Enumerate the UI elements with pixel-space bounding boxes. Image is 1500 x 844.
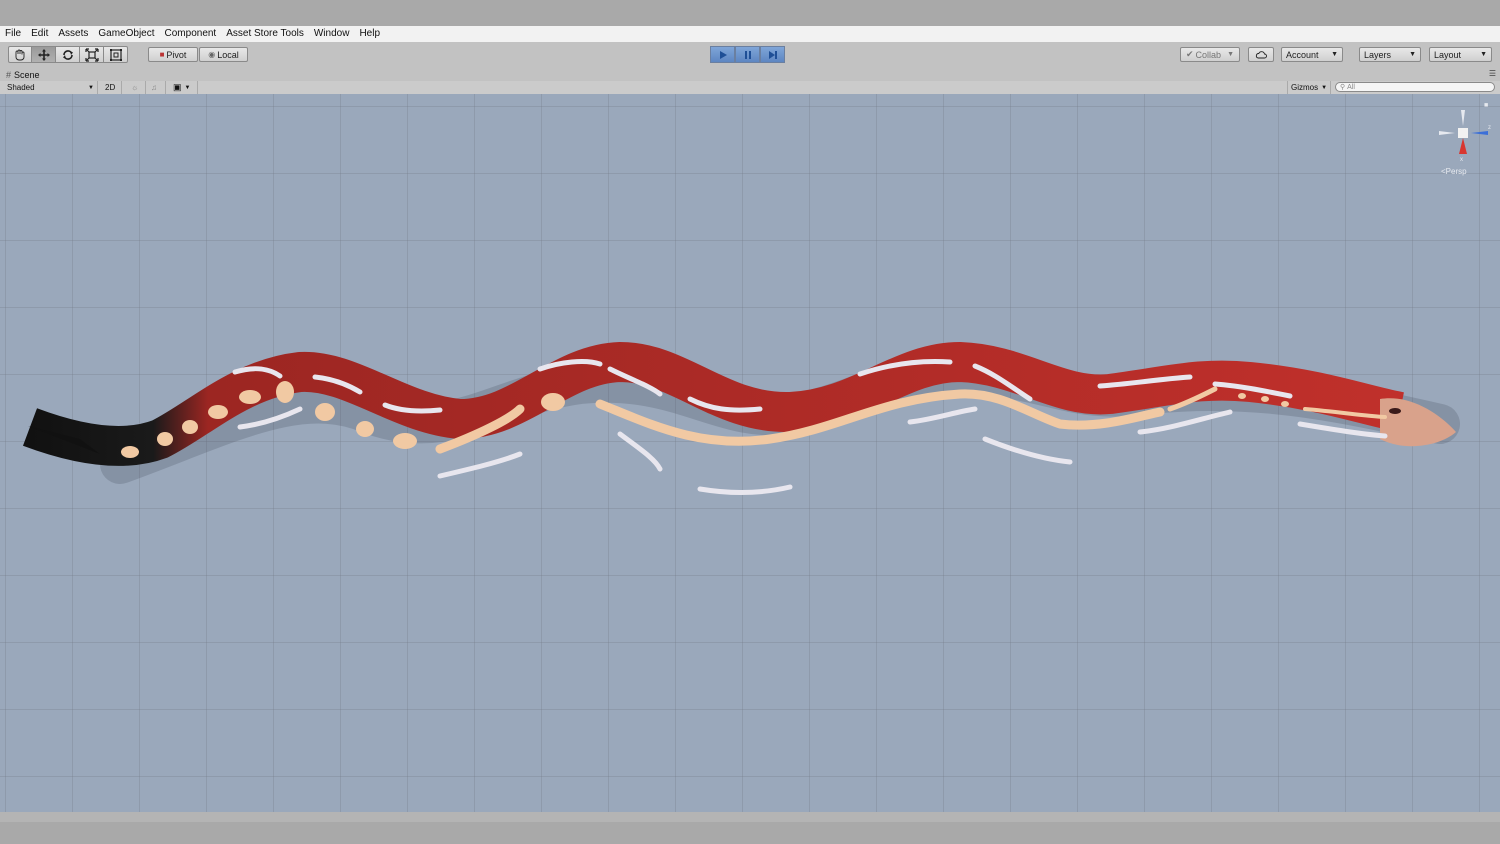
chevron-down-icon: ▼ [1321,84,1328,91]
chevron-down-icon: ▼ [1409,51,1416,58]
view-mode-label: Persp [1445,167,1467,176]
pivot-toggle-button[interactable]: ■ Pivot [148,47,198,62]
rotate-icon [62,49,73,60]
search-icon: ⚲ [1340,84,1346,91]
pause-icon [744,50,751,59]
pause-button[interactable] [735,46,760,63]
scene-viewport[interactable]: z x ■ <Persp [0,94,1500,812]
menu-help[interactable]: Help [354,26,385,42]
scene-search-input[interactable]: ⚲ All [1335,82,1495,92]
sun-icon: ☼ [131,83,139,92]
speaker-icon: ♫ [151,83,157,92]
chevron-down-icon: ▼ [1227,51,1234,58]
transform-tools [8,46,128,63]
menu-assets[interactable]: Assets [53,26,93,42]
main-toolbar: ■ Pivot ◉ Local ✔ Collab ▼ Account ▼ Lay… [0,42,1500,69]
audio-toggle[interactable]: ♫ [148,81,166,94]
cloud-button[interactable] [1248,47,1274,62]
search-placeholder: All [1347,83,1355,91]
gizmos-dropdown[interactable]: Gizmos ▼ [1287,81,1331,94]
menu-window[interactable]: Window [309,26,355,42]
lock-icon[interactable]: ■ [1484,102,1488,109]
move-icon [37,48,50,61]
effects-dropdown[interactable]: ▣ ▼ [170,81,198,94]
scale-icon [84,47,99,62]
image-icon: ▣ [173,82,182,92]
shading-mode-label: Shaded [7,83,35,92]
window-frame-bottom [0,822,1500,844]
local-icon: ◉ [208,50,216,59]
scene-tab-label: Scene [14,69,40,80]
step-icon [768,50,777,59]
pivot-label: Pivot [166,49,187,60]
window-frame-top [0,0,1500,26]
account-label: Account [1286,49,1319,60]
rect-icon [109,48,122,61]
play-icon [719,50,727,59]
hand-icon [15,49,25,60]
mode-2d-label: 2D [105,83,116,92]
play-button[interactable] [710,46,735,63]
move-tool-button[interactable] [32,46,56,63]
gizmo-z-label: z [1488,125,1491,131]
menu-bar: File Edit Assets GameObject Component As… [0,26,1500,43]
layout-dropdown[interactable]: Layout ▼ [1429,47,1492,62]
check-icon: ✔ [1186,49,1194,59]
status-bar [0,812,1500,822]
chevron-down-icon: ▼ [1480,51,1487,58]
pivot-icon: ■ [159,50,165,59]
chevron-down-icon: ▼ [184,84,191,91]
layout-label: Layout [1434,49,1462,60]
cloud-icon [1255,51,1267,59]
chevron-down-icon: ▼ [88,84,94,91]
local-toggle-button[interactable]: ◉ Local [199,47,248,62]
menu-edit[interactable]: Edit [26,26,53,42]
lighting-toggle[interactable]: ☼ [128,81,146,94]
rect-tool-button[interactable] [104,46,128,63]
local-label: Local [217,49,239,60]
scene-toolbar: Shaded ▼ 2D ☼ ♫ ▣ ▼ Gizmos ▼ ⚲ All [0,81,1500,95]
menu-gameobject[interactable]: GameObject [93,26,159,42]
menu-component[interactable]: Component [160,26,222,42]
shading-mode-dropdown[interactable]: Shaded ▼ [4,81,98,94]
scale-tool-button[interactable] [80,46,104,63]
collab-label: Collab [1195,49,1222,60]
tab-scene[interactable]: # Scene [6,68,40,81]
persp-label[interactable]: <Persp [1441,167,1467,176]
hand-tool-button[interactable] [8,46,32,63]
layers-label: Layers [1364,49,1392,60]
collab-button[interactable]: ✔ Collab ▼ [1180,47,1240,62]
account-dropdown[interactable]: Account ▼ [1281,47,1343,62]
step-button[interactable] [760,46,785,63]
panel-menu-icon[interactable]: ☰ [1489,69,1496,78]
menu-asset-store-tools[interactable]: Asset Store Tools [221,26,309,42]
gizmos-label: Gizmos [1291,83,1319,92]
snake-model[interactable] [0,94,1500,812]
grid-icon: # [6,69,12,80]
gizmo-x-label: x [1460,157,1463,163]
play-controls [710,46,785,63]
chevron-down-icon: ▼ [1331,51,1338,58]
menu-file[interactable]: File [0,26,26,42]
layers-dropdown[interactable]: Layers ▼ [1359,47,1421,62]
rotate-tool-button[interactable] [56,46,80,63]
scene-tab-bar: # Scene ☰ [0,68,1500,81]
mode-2d-toggle[interactable]: 2D [102,81,122,94]
